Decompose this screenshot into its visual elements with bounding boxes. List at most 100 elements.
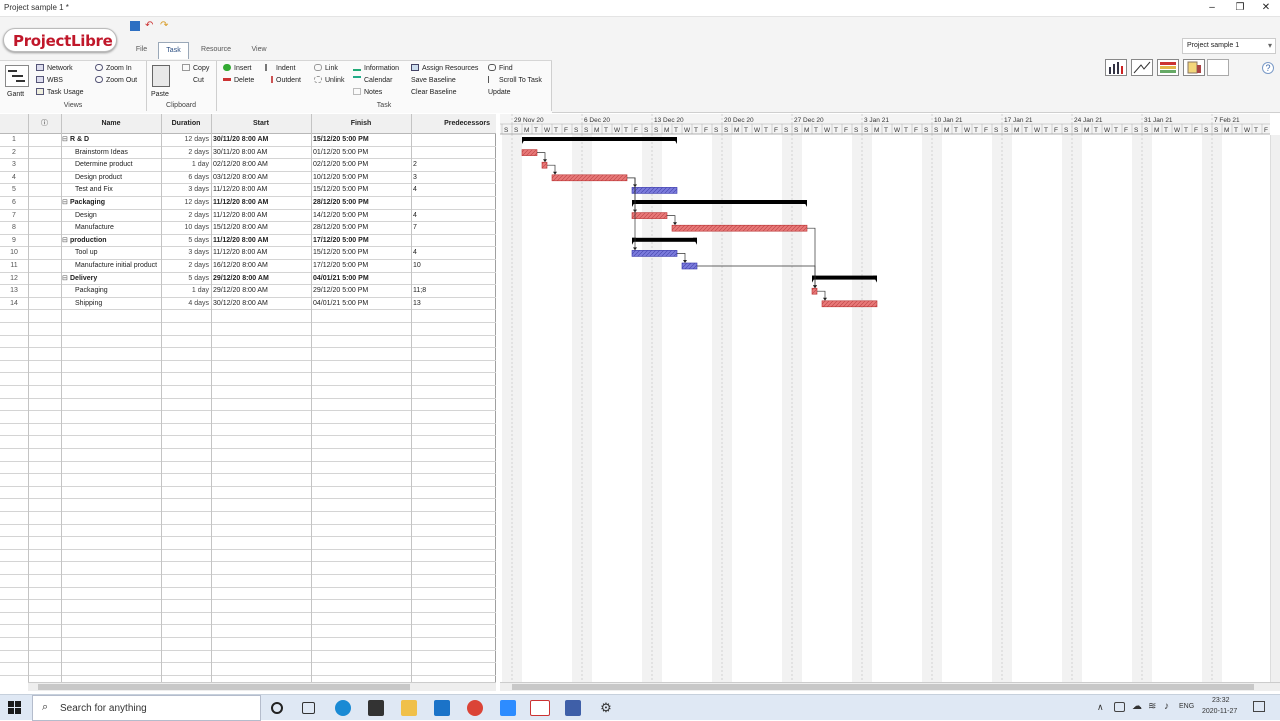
task-duration[interactable]: 5 days (161, 273, 209, 285)
table-row[interactable]: 10 Tool up 3 days 11/12/20 8:00 AM 15/12/20 … (0, 247, 496, 260)
unlink-button[interactable]: Unlink (314, 75, 344, 86)
clear-baseline-button[interactable]: Clear Baseline (411, 87, 457, 98)
histogram-view-icon[interactable] (1105, 59, 1127, 76)
task-finish[interactable]: 01/12/20 5:00 PM (313, 147, 411, 159)
table-row[interactable]: 6 ⊟ Packaging 12 days 11/12/20 8:00 AM 28/12/… (0, 197, 496, 210)
task-start[interactable]: 15/12/20 8:00 AM (213, 222, 311, 234)
task-start[interactable]: 30/12/20 8:00 AM (213, 298, 311, 310)
task-predecessors[interactable] (413, 273, 493, 285)
paste-icon[interactable] (152, 65, 170, 87)
summary-bar[interactable] (522, 137, 677, 141)
task-predecessors[interactable] (413, 134, 493, 146)
header-finish[interactable]: Finish (311, 114, 411, 134)
store-icon[interactable] (368, 700, 384, 716)
task-predecessors[interactable]: 4 (413, 184, 493, 196)
header-name[interactable]: Name (61, 114, 161, 134)
table-row[interactable] (0, 638, 496, 651)
zoom-in-button[interactable]: Zoom In (95, 63, 132, 74)
find-button[interactable]: Find (488, 63, 513, 74)
task-predecessors[interactable]: 10 (413, 260, 493, 272)
table-row[interactable] (0, 436, 496, 449)
task-name[interactable]: Delivery (70, 273, 161, 285)
report-view-icon[interactable] (1183, 59, 1205, 76)
task-finish[interactable]: 02/12/20 5:00 PM (313, 159, 411, 171)
task-predecessors[interactable]: 7 (413, 222, 493, 234)
project-selector[interactable]: Project sample 1 (1182, 38, 1276, 54)
task-duration[interactable]: 2 days (161, 147, 209, 159)
scroll-to-task-button[interactable]: Scroll To Task (488, 75, 542, 86)
task-predecessors[interactable] (413, 147, 493, 159)
task-bar[interactable] (631, 187, 678, 194)
task-predecessors[interactable]: 11;8 (413, 285, 493, 297)
task-duration[interactable]: 1 day (161, 159, 209, 171)
table-row[interactable]: 8 Manufacture 10 days 15/12/20 8:00 AM 28/12… (0, 222, 496, 235)
task-duration[interactable]: 5 days (161, 235, 209, 247)
tab-resource[interactable]: Resource (196, 42, 236, 59)
table-row[interactable]: 7 Design 2 days 11/12/20 8:00 AM 14/12/20 5:… (0, 210, 496, 223)
tab-file[interactable]: File (128, 42, 155, 59)
paste-button[interactable]: Paste (151, 89, 169, 100)
scrollbar-thumb[interactable] (38, 684, 410, 690)
chrome-icon[interactable] (467, 700, 483, 716)
outdent-button[interactable]: Outdent (265, 75, 301, 86)
task-predecessors[interactable]: 3 (413, 172, 493, 184)
task-duration[interactable]: 2 days (161, 210, 209, 222)
table-row[interactable]: 1 ⊟ R & D 12 days 30/11/20 8:00 AM 15/12/20 5… (0, 134, 496, 147)
task-finish[interactable]: 10/12/20 5:00 PM (313, 172, 411, 184)
task-start[interactable]: 16/12/20 8:00 AM (213, 260, 311, 272)
chart-view-icon[interactable] (1131, 59, 1153, 76)
task-bar[interactable] (541, 161, 548, 169)
task-name[interactable]: R & D (70, 134, 161, 146)
table-row[interactable] (0, 411, 496, 424)
wifi-icon[interactable]: ≋ (1148, 701, 1156, 712)
tab-view[interactable]: View (246, 42, 272, 59)
header-duration[interactable]: Duration (161, 114, 211, 134)
task-finish[interactable]: 15/12/20 5:00 PM (313, 247, 411, 259)
task-bar[interactable] (551, 174, 628, 182)
table-row[interactable] (0, 512, 496, 525)
task-predecessors[interactable]: 4 (413, 247, 493, 259)
table-row[interactable] (0, 361, 496, 374)
delete-button[interactable]: Delete (223, 75, 254, 86)
projectlibre-taskbar-icon[interactable] (530, 700, 550, 716)
tab-task[interactable]: Task (158, 42, 189, 59)
task-bar[interactable] (681, 262, 698, 270)
table-row[interactable] (0, 399, 496, 412)
table-row[interactable]: 9 ⊟ production 5 days 11/12/20 8:00 AM 17/12/… (0, 235, 496, 248)
blank-view-icon[interactable] (1207, 59, 1229, 76)
zoom-app-icon[interactable] (500, 700, 516, 716)
task-name[interactable]: Packaging (70, 197, 161, 209)
task-name[interactable]: Manufacture (75, 222, 161, 234)
summary-bar[interactable] (632, 237, 697, 242)
scrollbar-thumb[interactable] (512, 684, 1254, 690)
task-start[interactable]: 02/12/20 8:00 AM (213, 159, 311, 171)
task-finish[interactable]: 04/01/21 5:00 PM (313, 298, 411, 310)
table-row[interactable] (0, 462, 496, 475)
undo-icon[interactable]: ↶ (145, 21, 155, 31)
table-row[interactable] (0, 336, 496, 349)
indent-button[interactable]: Indent (265, 63, 295, 74)
task-finish[interactable]: 17/12/20 5:00 PM (313, 235, 411, 247)
minimize-button[interactable]: – (1200, 2, 1224, 14)
table-row[interactable]: 4 Design product 6 days 03/12/20 8:00 AM 10/… (0, 172, 496, 185)
language-indicator[interactable]: ENG (1179, 703, 1194, 710)
maximize-button[interactable]: ❐ (1228, 2, 1252, 14)
usage-view-icon[interactable] (1157, 59, 1179, 76)
assign-resources-button[interactable]: Assign Resources (411, 63, 478, 74)
calendar-button[interactable]: Calendar (353, 75, 392, 86)
redo-icon[interactable]: ↷ (160, 21, 170, 31)
task-duration[interactable]: 2 days (161, 260, 209, 272)
task-finish[interactable]: 15/12/20 5:00 PM (313, 134, 411, 146)
task-duration[interactable]: 6 days (161, 172, 209, 184)
task-name[interactable]: Test and Fix (75, 184, 161, 196)
network-button[interactable]: Network (36, 63, 73, 74)
task-name[interactable]: Packaging (75, 285, 161, 297)
task-name[interactable]: Brainstorm Ideas (75, 147, 161, 159)
table-horizontal-scrollbar[interactable] (28, 682, 496, 691)
task-bar[interactable] (521, 149, 538, 156)
task-view-icon[interactable] (302, 702, 315, 714)
clock-date[interactable]: 2020-11-27 (1202, 708, 1237, 715)
table-row[interactable] (0, 588, 496, 601)
task-bar[interactable] (671, 224, 808, 232)
task-predecessors[interactable]: 2 (413, 159, 493, 171)
